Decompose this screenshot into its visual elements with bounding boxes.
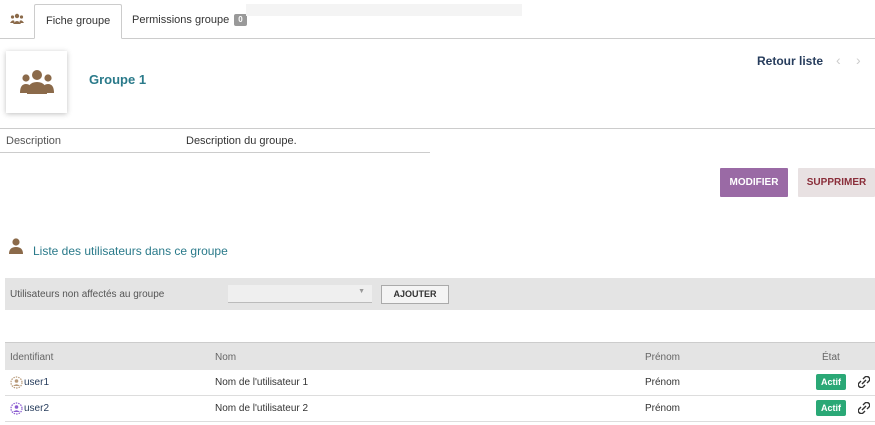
previous-record-icon[interactable]: ‹ [836, 52, 841, 68]
user-name: Nom de l'utilisateur 1 [215, 377, 309, 388]
divider [430, 128, 875, 129]
divider [0, 128, 430, 129]
divider [0, 152, 430, 153]
permissions-count-badge: 0 [234, 14, 247, 26]
description-label: Description [6, 135, 62, 147]
tab-strip-placeholder [246, 4, 522, 16]
delete-button[interactable]: SUPPRIMER [798, 168, 875, 197]
column-header-firstname[interactable]: Prénom [645, 352, 680, 363]
column-header-status[interactable]: État [822, 352, 840, 363]
tab-group-card[interactable]: Fiche groupe [34, 4, 123, 39]
tab-group-card-label: Fiche groupe [46, 15, 111, 27]
group-users-icon [20, 70, 54, 94]
back-to-list-link[interactable]: Retour liste [757, 54, 823, 68]
user-avatar-icon [10, 376, 23, 389]
user-login-link[interactable]: user2 [24, 403, 49, 414]
tab-bar: Fiche groupe Permissions groupe 0 [0, 0, 875, 39]
tab-group-permissions-label: Permissions groupe [132, 14, 230, 26]
assign-users-label: Utilisateurs non affectés au groupe [10, 289, 165, 300]
user-avatar-icon [10, 402, 23, 415]
user-firstname: Prénom [645, 377, 681, 388]
table-row: user2 Nom de l'utilisateur 2 Prénom Acti… [5, 396, 875, 422]
status-badge: Actif [816, 374, 846, 390]
chevron-down-icon: ▼ [358, 288, 365, 295]
status-badge: Actif [816, 400, 846, 416]
unlink-icon[interactable] [858, 402, 870, 414]
users-icon[interactable] [10, 13, 24, 25]
user-name: Nom de l'utilisateur 2 [215, 403, 309, 414]
table-header: Identifiant Nom Prénom État [5, 342, 875, 370]
users-section-title: Liste des utilisateurs dans ce groupe [33, 244, 228, 258]
column-header-login[interactable]: Identifiant [10, 352, 53, 363]
next-record-icon[interactable]: › [856, 52, 861, 68]
group-avatar-card [6, 51, 67, 113]
column-header-name[interactable]: Nom [215, 352, 236, 363]
user-icon [9, 238, 23, 254]
description-value: Description du groupe. [186, 135, 297, 147]
assign-users-bar: Utilisateurs non affectés au groupe ▼ AJ… [5, 278, 875, 310]
tab-group-permissions[interactable]: Permissions groupe 0 [121, 4, 258, 39]
modify-button[interactable]: MODIFIER [720, 168, 788, 197]
users-table: Identifiant Nom Prénom État user1 Nom de… [5, 342, 875, 422]
user-firstname: Prénom [645, 403, 681, 414]
unlink-icon[interactable] [858, 376, 870, 388]
group-title: Groupe 1 [89, 72, 147, 87]
user-login-link[interactable]: user1 [24, 377, 49, 388]
table-row: user1 Nom de l'utilisateur 1 Prénom Acti… [5, 370, 875, 396]
unassigned-users-select[interactable]: ▼ [228, 285, 372, 303]
add-user-button[interactable]: AJOUTER [381, 285, 449, 304]
